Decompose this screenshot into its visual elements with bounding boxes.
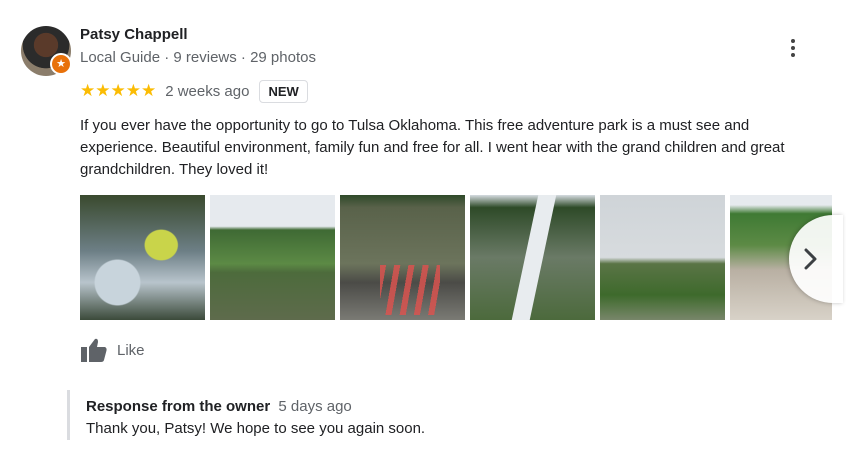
photo-strip xyxy=(80,195,832,320)
rating-row: ★★★★★ 2 weeks ago NEW xyxy=(80,79,308,103)
response-text: Thank you, Patsy! We hope to see you aga… xyxy=(86,420,426,437)
response-title: Response from the owner xyxy=(86,398,271,415)
review-photo[interactable] xyxy=(80,195,205,320)
review-photo[interactable] xyxy=(470,195,595,320)
review-photo[interactable] xyxy=(600,195,725,320)
review-text: If you ever have the opportunity to go t… xyxy=(80,117,785,178)
thumbs-up-icon xyxy=(81,338,107,362)
response-date: 5 days ago xyxy=(278,398,352,415)
owner-response: Response from the owner 5 days ago Thank… xyxy=(67,390,425,440)
reviewer-name[interactable]: Patsy Chappell xyxy=(80,26,188,43)
local-guide-badge-icon: ★ xyxy=(50,53,72,75)
more-options-icon[interactable] xyxy=(783,37,803,59)
reviewer-avatar[interactable]: ★ xyxy=(21,26,72,76)
chevron-right-icon xyxy=(804,248,817,270)
review-photo[interactable] xyxy=(210,195,335,320)
star-rating: ★★★★★ xyxy=(80,81,157,100)
reviewer-meta: Local Guide · 9 reviews · 29 photos xyxy=(80,49,316,66)
like-label: Like xyxy=(117,341,145,359)
review-date: 2 weeks ago xyxy=(165,82,250,100)
review-photo[interactable] xyxy=(340,195,465,320)
like-button[interactable]: Like xyxy=(80,337,145,363)
new-badge: NEW xyxy=(259,79,308,103)
